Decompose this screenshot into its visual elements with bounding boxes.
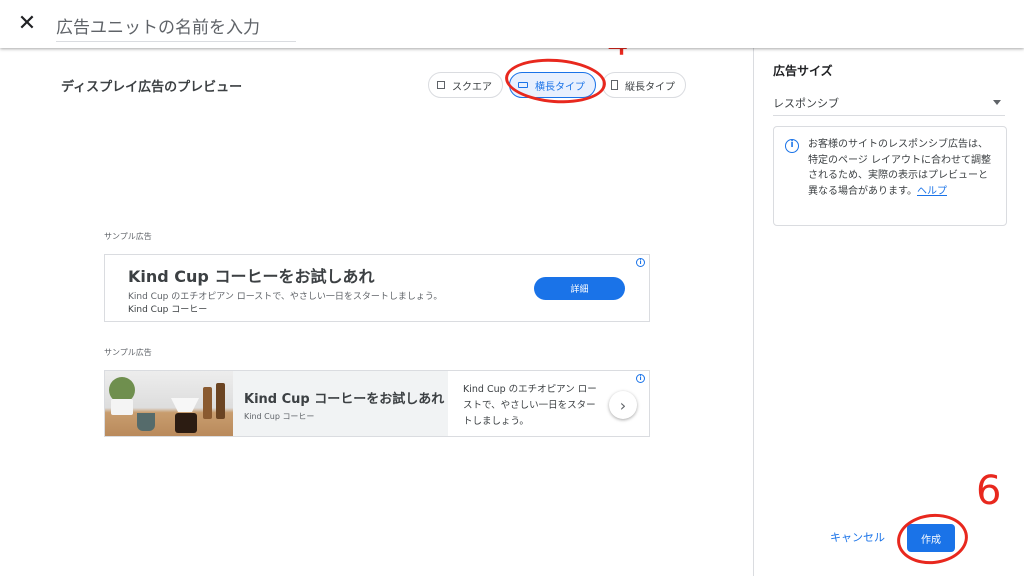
toggle-portrait-label: 縦長タイプ xyxy=(625,81,675,93)
info-icon[interactable]: i xyxy=(636,258,645,267)
toggle-portrait[interactable]: 縦長タイプ xyxy=(602,72,686,98)
sample-ad-label: サンプル広告 xyxy=(104,232,152,241)
ad-description: Kind Cup のエチオピアン ローストで、やさしい一日をスタートしましょう。 xyxy=(128,292,443,302)
ad-size-value: レスポンシブ xyxy=(773,96,839,110)
ad-headline-panel: Kind Cup コーヒーをお試しあれ Kind Cup コーヒー xyxy=(233,371,448,436)
ad-shape-toggle-group: スクエア 横長タイプ 縦長タイプ xyxy=(428,72,686,98)
ad-brand: Kind Cup コーヒー xyxy=(244,412,315,421)
ad-headline: Kind Cup コーヒーをお試しあれ xyxy=(244,392,445,407)
toggle-landscape-label: 横長タイプ xyxy=(535,81,585,93)
coffee-product-image xyxy=(105,371,233,436)
sample-ad-text: i Kind Cup コーヒーをお試しあれ Kind Cup のエチオピアン ロ… xyxy=(104,254,650,322)
ad-unit-name-input[interactable] xyxy=(56,14,296,42)
sample-ad-image: Kind Cup コーヒーをお試しあれ Kind Cup コーヒー Kind C… xyxy=(104,370,650,437)
close-icon[interactable]: ✕ xyxy=(14,10,40,36)
ad-details-button[interactable]: 詳細 xyxy=(534,277,625,300)
toggle-square-label: スクエア xyxy=(452,81,492,93)
landscape-icon xyxy=(518,82,528,88)
dropdown-caret-icon xyxy=(993,100,1001,105)
portrait-icon xyxy=(611,80,618,90)
ad-brand: Kind Cup コーヒー xyxy=(128,305,208,315)
toggle-landscape[interactable]: 横長タイプ xyxy=(509,72,596,98)
preview-title: ディスプレイ広告のプレビュー xyxy=(61,80,243,95)
top-bar: ✕ xyxy=(0,0,1024,48)
ad-headline: Kind Cup コーヒーをお試しあれ xyxy=(128,267,375,286)
responsive-info-box: i お客様のサイトのレスポンシブ広告は、特定のページ レイアウトに合わせて調整さ… xyxy=(773,126,1007,226)
cancel-button[interactable]: キャンセル xyxy=(830,529,885,545)
square-icon xyxy=(437,81,445,89)
ad-description: Kind Cup のエチオピアン ローストで、やさしい一日をスタートしましょう。 xyxy=(463,384,597,427)
ad-size-label: 広告サイズ xyxy=(773,64,833,78)
info-icon: i xyxy=(785,139,799,153)
sample-ad-label: サンプル広告 xyxy=(104,348,152,357)
help-link[interactable]: ヘルプ xyxy=(917,186,947,197)
chevron-right-icon[interactable]: › xyxy=(609,391,637,419)
ad-size-select[interactable]: レスポンシブ xyxy=(773,90,1005,116)
toggle-square[interactable]: スクエア xyxy=(428,72,503,98)
ad-settings-panel: 広告サイズ レスポンシブ i お客様のサイトのレスポンシブ広告は、特定のページ … xyxy=(753,48,1024,576)
info-text: お客様のサイトのレスポンシブ広告は、特定のページ レイアウトに合わせて調整される… xyxy=(808,139,991,197)
create-button[interactable]: 作成 xyxy=(907,524,955,552)
info-icon[interactable]: i xyxy=(636,374,645,383)
